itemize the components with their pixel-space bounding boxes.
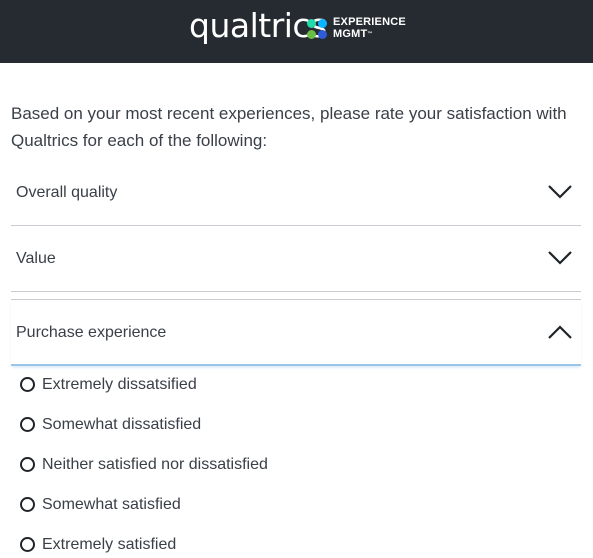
accordion-label: Purchase experience [16, 324, 167, 341]
radio-button[interactable] [20, 457, 35, 472]
accordion-overall-quality[interactable]: Overall quality [11, 160, 581, 226]
tagline-line1: EXPERIENCE [333, 16, 406, 28]
qualtrics-dots-icon [307, 19, 327, 39]
experience-mgmt-tagline: EXPERIENCE MGMT™ [333, 16, 406, 40]
option-label: Somewhat satisfied [42, 496, 181, 513]
question-text: Based on your most recent experiences, p… [11, 104, 567, 150]
radio-button[interactable] [20, 497, 35, 512]
accordion-label: Value [16, 250, 56, 267]
trademark-mark: ™ [367, 31, 373, 37]
app-header: qualtrics EXPERIENCE MGMT™ [0, 0, 593, 63]
accordion-purchase-experience[interactable]: Purchase experience [11, 299, 581, 366]
tagline-line2: MGMT [333, 28, 368, 40]
option-label: Extremely dissatsified [42, 376, 197, 393]
chevron-down-icon[interactable] [547, 184, 573, 200]
chevron-down-icon[interactable] [547, 250, 573, 266]
radio-button[interactable] [20, 537, 35, 552]
accordion-value[interactable]: Value [11, 226, 581, 292]
option-label: Extremely satisfied [42, 536, 177, 553]
option-label: Neither satisfied nor dissatisfied [42, 456, 268, 473]
accordion-label: Overall quality [16, 184, 118, 201]
radio-button[interactable] [20, 377, 35, 392]
radio-button[interactable] [20, 417, 35, 432]
option-label: Somewhat dissatisfied [42, 416, 202, 433]
chevron-up-icon[interactable] [547, 324, 573, 340]
